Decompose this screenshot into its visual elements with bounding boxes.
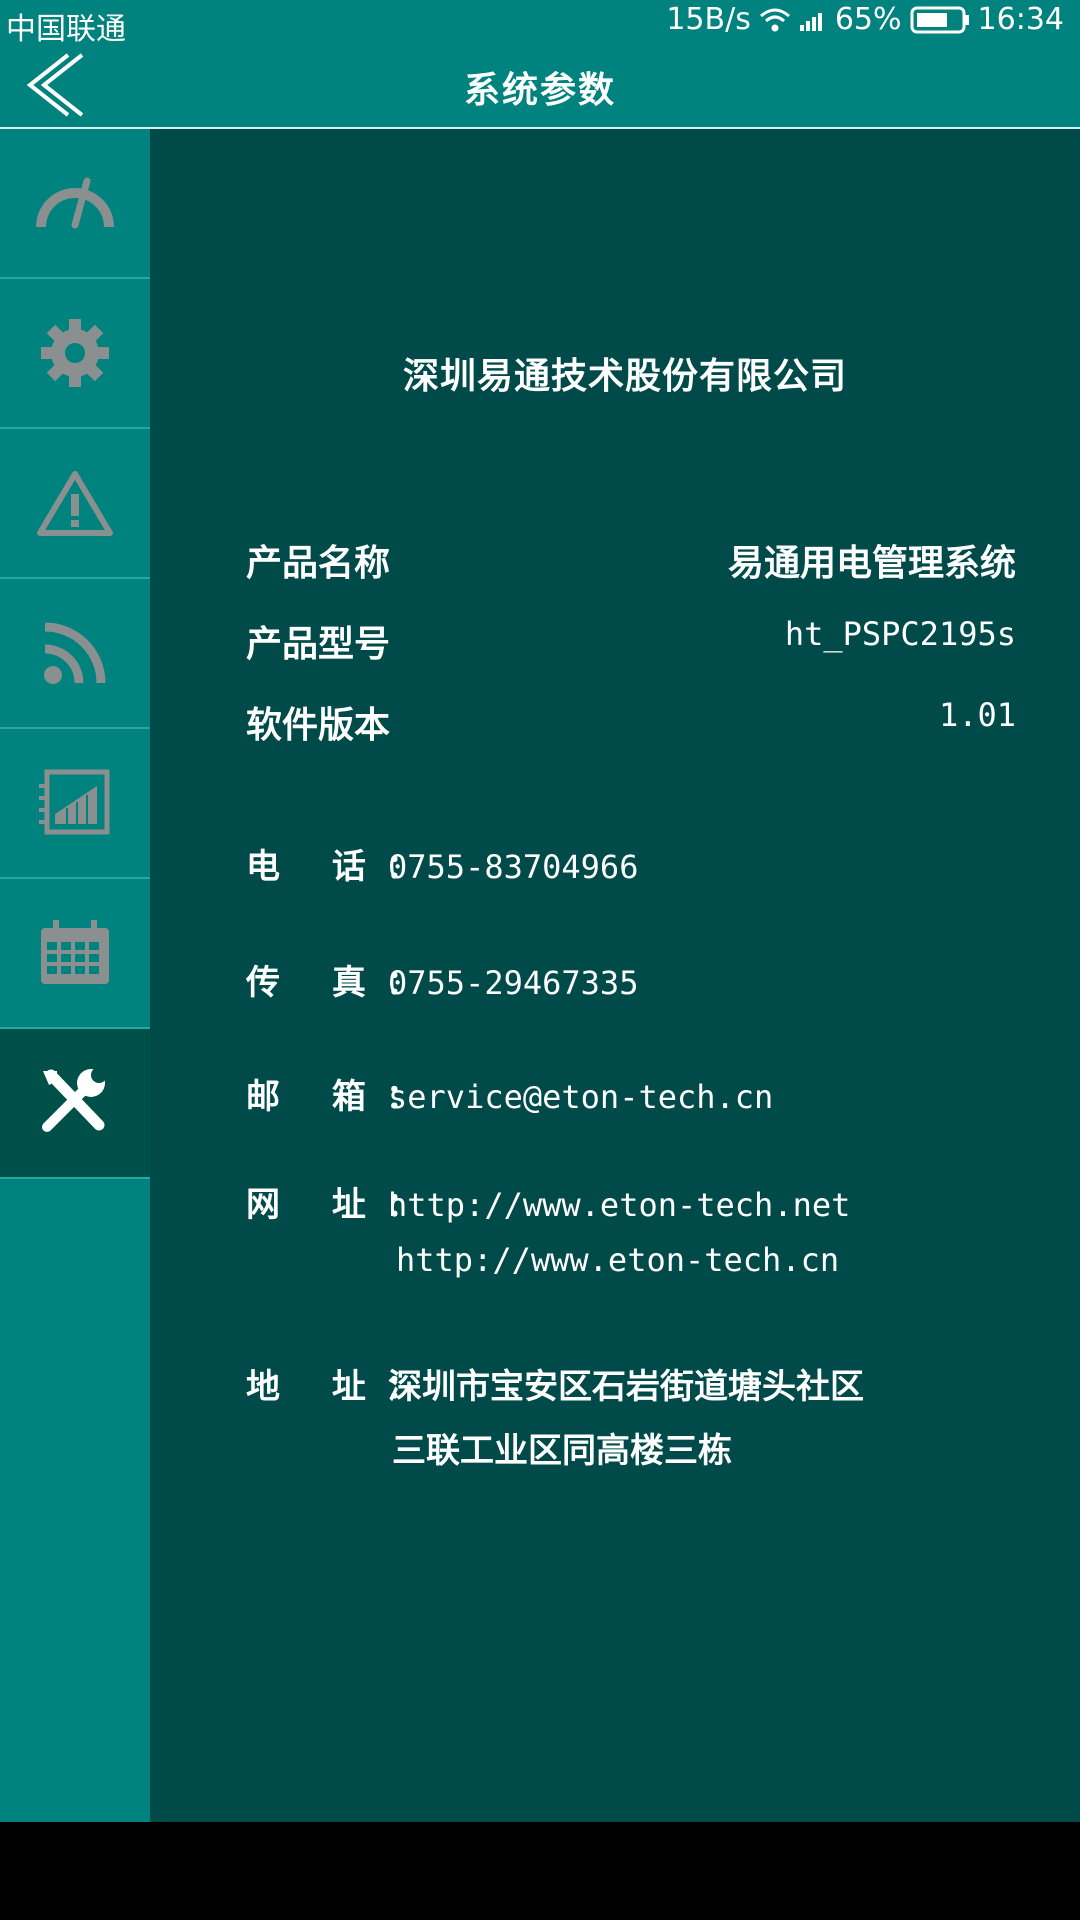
- company-name: 深圳易通技术股份有限公司: [402, 356, 847, 397]
- calendar-icon: [41, 920, 109, 984]
- phone-label: 电 话：: [246, 847, 440, 887]
- product-name-label: 产品名称: [246, 543, 391, 584]
- sidebar-item-schedule[interactable]: [0, 879, 150, 1029]
- speedometer-icon: [36, 177, 114, 229]
- website-link-2[interactable]: http://www.eton-tech.cn: [396, 1241, 839, 1279]
- battery-icon: [910, 5, 970, 35]
- software-version-label: 软件版本: [246, 705, 391, 746]
- tools-icon: [42, 1067, 107, 1132]
- sidebar-item-dashboard[interactable]: [0, 129, 150, 279]
- phone-value[interactable]: 0755-83704966: [388, 848, 638, 886]
- address-label: 地 址：: [246, 1367, 440, 1407]
- address-line-2: 三联工业区同高楼三栋: [392, 1431, 732, 1471]
- signal-icon: [799, 8, 827, 32]
- fax-label: 传 真：: [246, 963, 440, 1003]
- phone-row: 电 话：0755-83704966: [246, 839, 638, 888]
- website-label: 网 址：: [246, 1185, 440, 1225]
- battery-percent: 65%: [834, 2, 902, 37]
- address-row-2: 三联工业区同高楼三栋: [392, 1423, 732, 1472]
- sidebar-item-reports[interactable]: [0, 729, 150, 879]
- report-icon: [39, 769, 110, 835]
- website-row: 网 址：http://www.eton-tech.net: [246, 1177, 850, 1226]
- status-bar-right: 15B/s 65% 16:34: [666, 2, 1064, 37]
- clock-time: 16:34: [977, 2, 1064, 37]
- network-speed: 15B/s: [666, 2, 751, 37]
- sidebar-item-alarms[interactable]: [0, 429, 150, 579]
- fax-value: 0755-29467335: [388, 964, 639, 1002]
- bottom-bar: [0, 1822, 1080, 1920]
- address-line-1: 深圳市宝安区石岩街道塘头社区: [388, 1367, 864, 1407]
- website-link-1[interactable]: http://www.eton-tech.net: [388, 1186, 850, 1224]
- sidebar-item-communication[interactable]: [0, 579, 150, 729]
- fax-row: 传 真：0755-29467335: [246, 955, 638, 1004]
- status-bar: 中国联通 15B/s 65% 16:34: [0, 0, 1080, 47]
- product-model-label: 产品型号: [246, 624, 391, 665]
- product-name-value: 易通用电管理系统: [727, 543, 1016, 584]
- product-model-value: ht_PSPC2195s: [784, 615, 1016, 653]
- carrier-name: 中国联通: [6, 12, 126, 47]
- wifi-icon: [759, 7, 791, 33]
- email-value[interactable]: service@eton-tech.cn: [388, 1078, 773, 1116]
- address-row: 地 址：深圳市宝安区石岩街道塘头社区: [246, 1359, 864, 1408]
- gear-icon: [41, 319, 109, 387]
- website-row-2: http://www.eton-tech.cn: [396, 1240, 839, 1280]
- sidebar-item-settings[interactable]: [0, 279, 150, 429]
- software-version-value: 1.01: [938, 696, 1016, 734]
- page-title: 系统参数: [463, 70, 616, 111]
- sidebar: [0, 129, 150, 1822]
- rss-icon: [44, 622, 106, 684]
- email-label: 邮 箱：: [246, 1077, 440, 1117]
- content-panel: 深圳易通技术股份有限公司 产品名称 易通用电管理系统 产品型号 ht_PSPC2…: [150, 129, 1080, 1822]
- warning-icon: [37, 471, 113, 536]
- sidebar-item-system-params[interactable]: [0, 1029, 150, 1179]
- email-row: 邮 箱：service@eton-tech.cn: [246, 1069, 773, 1118]
- title-bar: 系统参数: [0, 45, 1080, 127]
